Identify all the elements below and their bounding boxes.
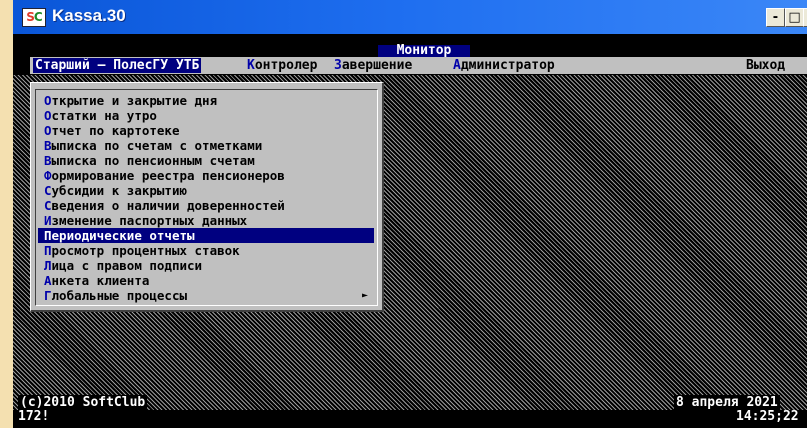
status-code: 172! xyxy=(18,409,50,424)
hotkey-letter: С xyxy=(44,183,52,198)
hotkey-letter: С xyxy=(44,198,52,213)
hotkey-letter: В xyxy=(44,153,52,168)
menu-item-label: тчет по картотеке xyxy=(51,123,180,138)
menu-finish[interactable]: Завершение xyxy=(334,58,412,73)
menu-item-statement-pension[interactable]: Выписка по пенсионным счетам xyxy=(38,153,374,168)
close-button[interactable]: × xyxy=(803,8,807,27)
menu-item-label: нкета клиента xyxy=(51,273,150,288)
menu-item-label: ериодические отчеты xyxy=(51,228,195,243)
menu-item-global-processes[interactable]: Глобальные процессы ► xyxy=(38,288,374,303)
menu-item-day-open-close[interactable]: Открытие и закрытие дня xyxy=(38,93,374,108)
menu-item-label: ыписка по счетам с отметками xyxy=(51,138,263,153)
menu-item-label: статки на утро xyxy=(51,108,157,123)
menu-item-passport-change[interactable]: Изменение паспортных данных xyxy=(38,213,374,228)
desktop-edge xyxy=(0,0,13,428)
menu-item-label: ица с правом подписи xyxy=(51,258,203,273)
menu-item-label: ормирование реестра пенсионеров xyxy=(51,168,285,183)
screen-title: Монитор xyxy=(378,44,470,57)
dropdown-menu: Открытие и закрытие дня Остатки на утро … xyxy=(30,82,384,312)
menu-item-card-file-report[interactable]: Отчет по картотеке xyxy=(38,123,374,138)
hotkey-letter: К xyxy=(247,58,255,73)
hotkey-letter: И xyxy=(44,213,52,228)
hotkey-letter: П xyxy=(44,243,52,258)
hotkey-letter: А xyxy=(44,273,52,288)
menu-item-power-of-attorney[interactable]: Сведения о наличии доверенностей xyxy=(38,198,374,213)
status-date: 8 апреля 2021 xyxy=(674,395,780,410)
softclub-logo-icon: SC xyxy=(22,8,46,27)
menu-item-statement-marked[interactable]: Выписка по счетам с отметками xyxy=(38,138,374,153)
menu-item-label: лобальные процессы xyxy=(51,288,187,303)
menu-user-label[interactable]: Старший – ПолесГУ УТБ xyxy=(33,58,202,73)
hotkey-letter: Л xyxy=(44,258,52,273)
menu-item-label: убсидии к закрытию xyxy=(51,183,187,198)
menu-item-interest-rates[interactable]: Просмотр процентных ставок xyxy=(38,243,374,258)
menu-item-label: ткрытие и закрытие дня xyxy=(51,93,218,108)
menu-exit[interactable]: Выход xyxy=(746,58,785,73)
hotkey-letter: О xyxy=(44,108,52,123)
menu-item-subsidies[interactable]: Субсидии к закрытию xyxy=(38,183,374,198)
status-time: 14:25;22 xyxy=(736,409,799,424)
hotkey-letter: О xyxy=(44,93,52,108)
maximize-button[interactable]: □ xyxy=(785,8,804,27)
window-title: Kassa.30 xyxy=(52,6,126,25)
hotkey-letter: Г xyxy=(44,288,52,303)
menu-item-client-profile[interactable]: Анкета клиента xyxy=(38,273,374,288)
submenu-arrow-icon: ► xyxy=(361,290,368,301)
menu-item-label: ведения о наличии доверенностей xyxy=(51,198,285,213)
hotkey-letter: П xyxy=(44,228,52,243)
menu-item-label: ыписка по пенсионным счетам xyxy=(51,153,255,168)
hotkey-letter: А xyxy=(453,58,461,73)
menu-label: онтролер xyxy=(254,58,318,73)
menu-item-morning-balances[interactable]: Остатки на утро xyxy=(38,108,374,123)
menu-label: дминистратор xyxy=(460,58,555,73)
minimize-button[interactable]: - xyxy=(766,8,785,27)
menu-item-signatories[interactable]: Лица с правом подписи xyxy=(38,258,374,273)
menu-administrator[interactable]: Администратор xyxy=(453,58,555,73)
menu-item-label: зменение паспортных данных xyxy=(51,213,248,228)
dropdown-frame: Открытие и закрытие дня Остатки на утро … xyxy=(35,89,378,306)
status-copyright: (c)2010 SoftClub xyxy=(18,395,148,410)
hotkey-letter: Ф xyxy=(44,168,52,183)
hotkey-letter: З xyxy=(334,58,342,73)
menu-controller[interactable]: Контролер xyxy=(247,58,317,73)
menu-label: авершение xyxy=(341,58,413,73)
hotkey-letter: О xyxy=(44,123,52,138)
title-bar[interactable] xyxy=(13,0,807,34)
menu-item-periodic-reports[interactable]: Периодические отчеты xyxy=(38,228,374,243)
menu-item-pensioner-registry[interactable]: Формирование реестра пенсионеров xyxy=(38,168,374,183)
hotkey-letter: В xyxy=(44,138,52,153)
menu-item-label: росмотр процентных ставок xyxy=(51,243,240,258)
